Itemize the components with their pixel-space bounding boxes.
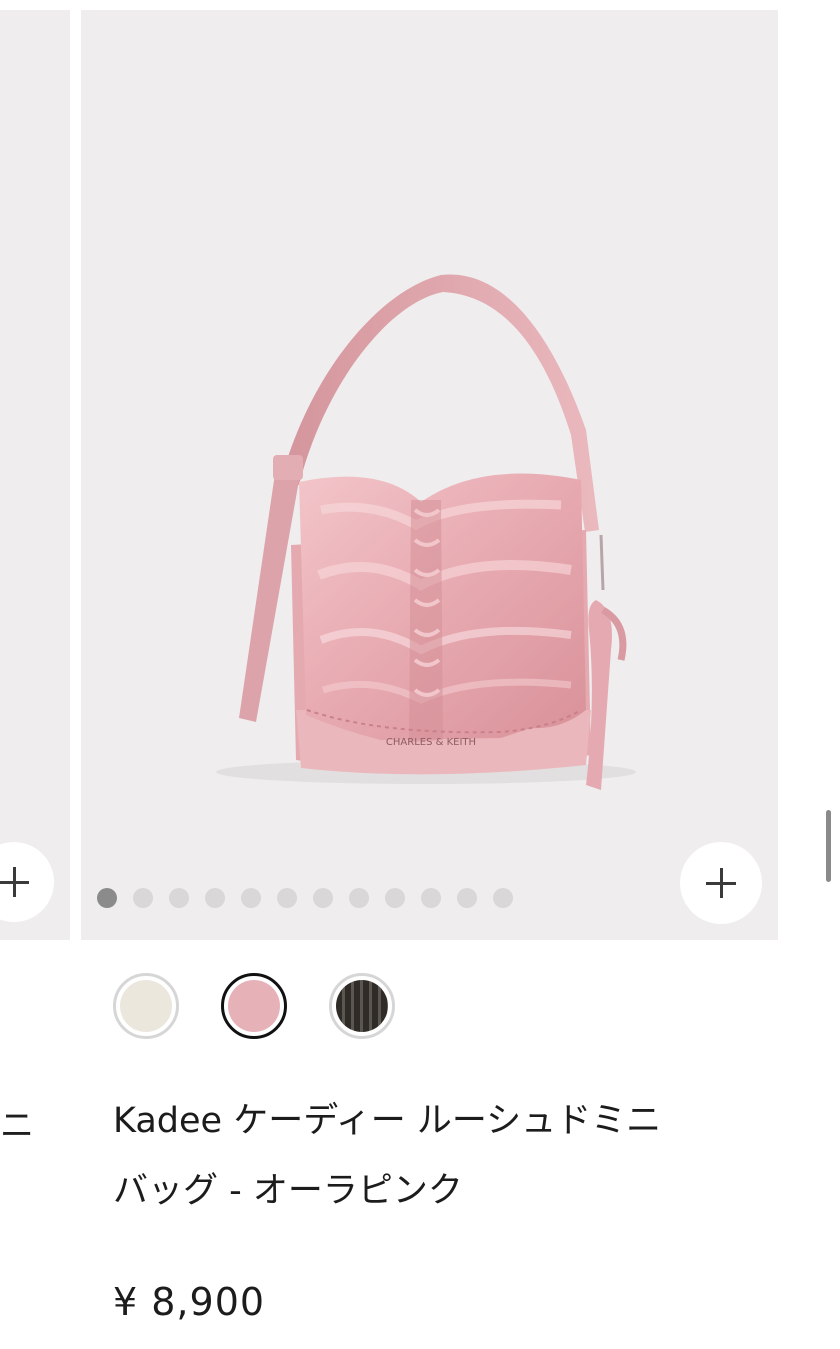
- carousel-dot[interactable]: [313, 888, 333, 908]
- carousel-dot[interactable]: [421, 888, 441, 908]
- carousel-dot[interactable]: [241, 888, 261, 908]
- swatch-aura-pink[interactable]: [221, 973, 287, 1039]
- carousel-dot[interactable]: [205, 888, 225, 908]
- carousel-dot[interactable]: [97, 888, 117, 908]
- plus-icon: [706, 868, 736, 898]
- prev-product-name-partial: ニ: [0, 1106, 34, 1146]
- carousel-pagination: [97, 888, 513, 908]
- carousel-dot[interactable]: [349, 888, 369, 908]
- swatch-color: [228, 980, 280, 1032]
- carousel-dot[interactable]: [133, 888, 153, 908]
- swatch-cream[interactable]: [113, 973, 179, 1039]
- prev-product-image[interactable]: [0, 10, 70, 940]
- scrollbar[interactable]: [826, 810, 831, 882]
- swatch-color: [336, 980, 388, 1032]
- product-name-line2: バッグ - オーラピンク: [113, 1171, 463, 1211]
- swatch-color: [120, 980, 172, 1032]
- add-to-bag-button[interactable]: [680, 842, 762, 924]
- color-swatches: [113, 973, 395, 1039]
- product-price: ¥ 8,900: [113, 1280, 266, 1324]
- carousel-dot[interactable]: [169, 888, 189, 908]
- carousel-dot[interactable]: [385, 888, 405, 908]
- swatch-dark-check[interactable]: [329, 973, 395, 1039]
- carousel-dot[interactable]: [277, 888, 297, 908]
- carousel-dot[interactable]: [457, 888, 477, 908]
- plus-icon: [0, 867, 29, 897]
- product-name[interactable]: Kadee ケーディー ルーシュドミニ バッグ - オーラピンク: [113, 1086, 753, 1226]
- product-image: CHARLES & KEITH: [216, 274, 636, 790]
- product-image-carousel[interactable]: CHARLES & KEITH: [81, 10, 778, 940]
- product-name-line1: Kadee ケーディー ルーシュドミニ: [113, 1101, 662, 1141]
- brand-logo: CHARLES & KEITH: [386, 737, 476, 748]
- carousel-dot[interactable]: [493, 888, 513, 908]
